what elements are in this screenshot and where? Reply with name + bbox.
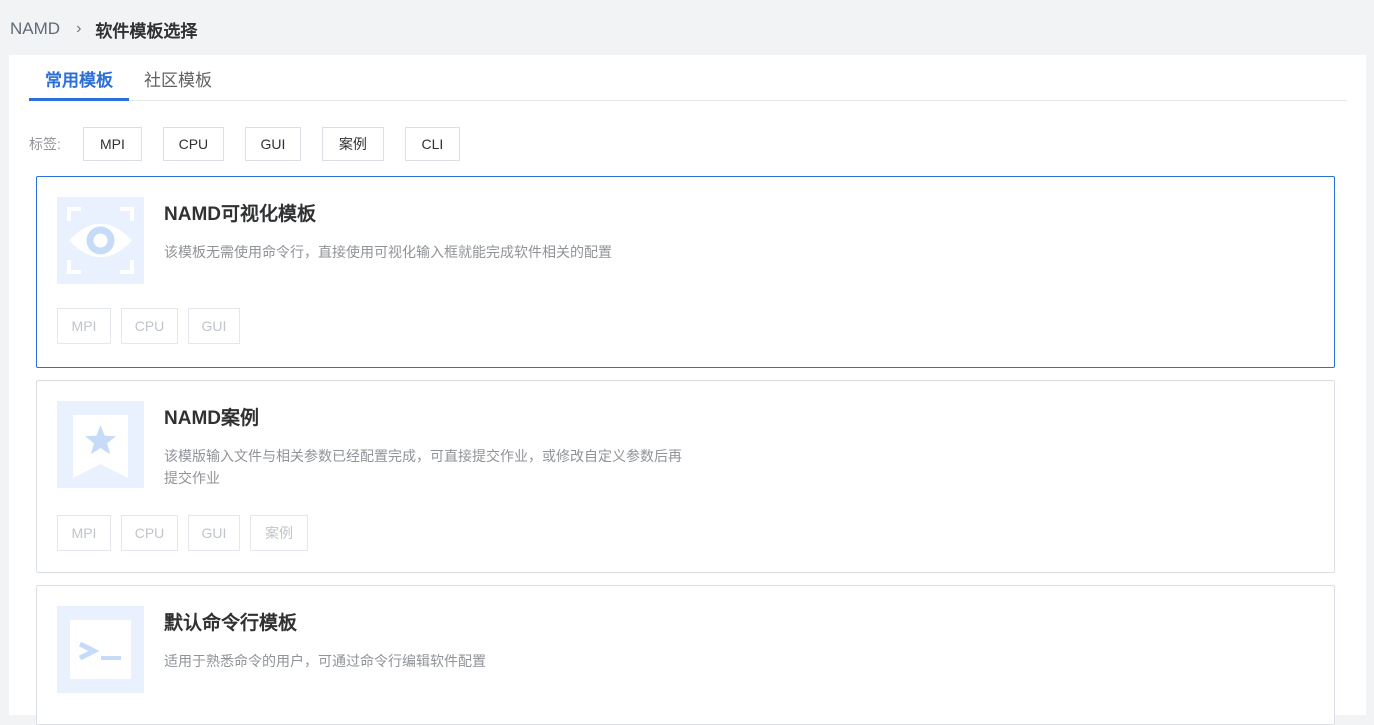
card-tag-cpu: CPU: [121, 308, 178, 344]
terminal-icon: [57, 606, 144, 693]
template-card-visual[interactable]: NAMD可视化模板 该模板无需使用命令行，直接使用可视化输入框就能完成软件相关的…: [36, 176, 1335, 368]
filter-tag-gui[interactable]: GUI: [244, 127, 301, 161]
card-tag-list: MPI CPU GUI 案例: [57, 515, 318, 551]
eye-icon: [57, 197, 144, 284]
card-title: 默认命令行模板: [164, 613, 298, 634]
tab-bar: 常用模板 社区模板: [29, 55, 1347, 101]
card-description: 该模板无需使用命令行，直接使用可视化输入框就能完成软件相关的配置: [164, 244, 612, 260]
card-title: NAMD案例: [164, 408, 259, 429]
card-description: 该模版输入文件与相关参数已经配置完成，可直接提交作业，或修改自定义参数后再提交作…: [164, 448, 682, 486]
tag-filter-row: 标签: MPI CPU GUI 案例 CLI: [29, 126, 481, 162]
card-title: NAMD可视化模板: [164, 204, 316, 225]
active-tab-indicator: [29, 98, 129, 101]
template-card-example[interactable]: NAMD案例 该模版输入文件与相关参数已经配置完成，可直接提交作业，或修改自定义…: [36, 380, 1335, 573]
breadcrumb: NAMD › 软件模板选择: [10, 17, 197, 41]
star-bookmark-icon: [57, 401, 144, 488]
tab-community-templates[interactable]: 社区模板: [144, 69, 212, 93]
tag-filter-label: 标签:: [29, 136, 61, 152]
filter-tag-example[interactable]: 案例: [321, 127, 384, 161]
card-tag-mpi: MPI: [57, 308, 111, 344]
card-tag-gui: GUI: [188, 308, 240, 344]
card-tag-example: 案例: [250, 515, 308, 551]
filter-tag-cli[interactable]: CLI: [404, 127, 460, 161]
template-card-cli[interactable]: 默认命令行模板 适用于熟悉命令的用户，可通过命令行编辑软件配置: [36, 585, 1335, 725]
card-description: 适用于熟悉命令的用户，可通过命令行编辑软件配置: [164, 653, 486, 669]
chevron-right-icon: ›: [76, 20, 82, 37]
breadcrumb-current: 软件模板选择: [95, 21, 198, 41]
tab-common-templates[interactable]: 常用模板: [45, 69, 113, 93]
card-tag-mpi: MPI: [57, 515, 111, 551]
card-tag-list: MPI CPU GUI: [57, 308, 250, 344]
card-tag-cpu: CPU: [121, 515, 178, 551]
card-tag-gui: GUI: [188, 515, 240, 551]
page-scroll-gutter: [1366, 55, 1374, 702]
filter-tag-cpu[interactable]: CPU: [162, 127, 224, 161]
filter-tag-mpi[interactable]: MPI: [82, 127, 142, 161]
template-panel: 常用模板 社区模板 标签: MPI CPU GUI 案例 CLI NAMD可视化…: [9, 55, 1366, 725]
breadcrumb-root-link[interactable]: NAMD: [10, 19, 60, 39]
